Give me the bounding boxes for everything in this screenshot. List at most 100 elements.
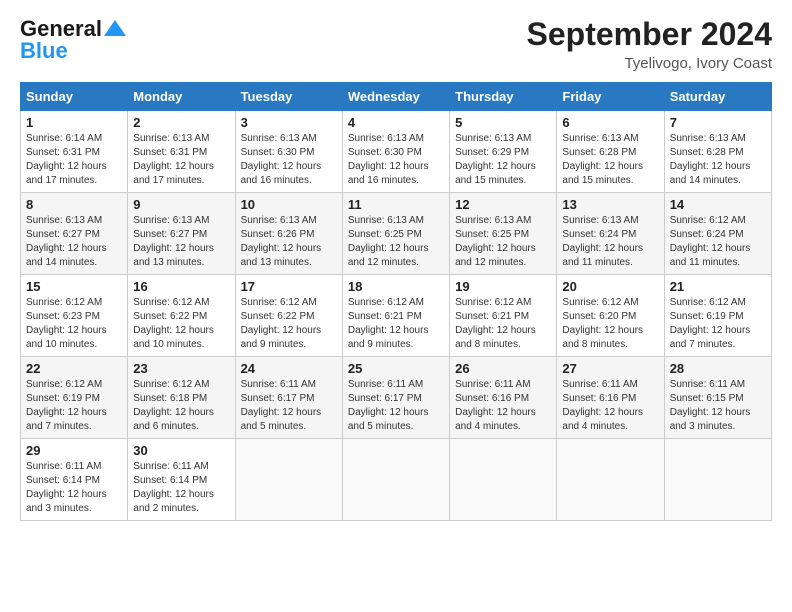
day-number: 28 (670, 361, 766, 376)
calendar-week-row: 8 Sunrise: 6:13 AMSunset: 6:27 PMDaylight… (21, 193, 772, 275)
day-info: Sunrise: 6:11 AMSunset: 6:16 PMDaylight:… (562, 378, 658, 434)
day-info: Sunrise: 6:11 AMSunset: 6:16 PMDaylight:… (455, 378, 551, 434)
calendar-cell (235, 439, 342, 521)
col-wednesday: Wednesday (342, 83, 449, 111)
day-info: Sunrise: 6:11 AMSunset: 6:17 PMDaylight:… (241, 378, 337, 434)
day-info: Sunrise: 6:12 AMSunset: 6:19 PMDaylight:… (26, 378, 122, 434)
calendar-header-row: Sunday Monday Tuesday Wednesday Thursday… (21, 83, 772, 111)
calendar-cell: 19 Sunrise: 6:12 AMSunset: 6:21 PMDayligh… (450, 275, 557, 357)
calendar-cell: 6 Sunrise: 6:13 AMSunset: 6:28 PMDaylight… (557, 111, 664, 193)
col-sunday: Sunday (21, 83, 128, 111)
logo-icon (104, 20, 126, 36)
day-number: 3 (241, 115, 337, 130)
day-number: 11 (348, 197, 444, 212)
location: Tyelivogo, Ivory Coast (527, 55, 772, 72)
calendar-cell: 26 Sunrise: 6:11 AMSunset: 6:16 PMDayligh… (450, 357, 557, 439)
calendar-cell: 17Sunrise: 6:12 AMSunset: 6:22 PMDayligh… (235, 275, 342, 357)
calendar-cell: 27 Sunrise: 6:11 AMSunset: 6:16 PMDayligh… (557, 357, 664, 439)
calendar-cell (557, 439, 664, 521)
day-info: Sunrise: 6:13 AMSunset: 6:26 PMDaylight:… (241, 214, 337, 270)
calendar-cell: 14 Sunrise: 6:12 AMSunset: 6:24 PMDayligh… (664, 193, 771, 275)
day-info: Sunrise: 6:13 AMSunset: 6:29 PMDaylight:… (455, 132, 551, 188)
day-number: 1 (26, 115, 122, 130)
day-number: 22 (26, 361, 122, 376)
calendar-week-row: 15Sunrise: 6:12 AMSunset: 6:23 PMDayligh… (21, 275, 772, 357)
day-info: Sunrise: 6:12 AMSunset: 6:21 PMDaylight:… (348, 296, 444, 352)
calendar-cell: 4Sunrise: 6:13 AMSunset: 6:30 PMDaylight… (342, 111, 449, 193)
day-info: Sunrise: 6:12 AMSunset: 6:19 PMDaylight:… (670, 296, 766, 352)
day-info: Sunrise: 6:11 AMSunset: 6:15 PMDaylight:… (670, 378, 766, 434)
day-number: 7 (670, 115, 766, 130)
day-info: Sunrise: 6:11 AMSunset: 6:17 PMDaylight:… (348, 378, 444, 434)
day-info: Sunrise: 6:12 AMSunset: 6:22 PMDaylight:… (241, 296, 337, 352)
calendar-table: Sunday Monday Tuesday Wednesday Thursday… (20, 82, 772, 521)
calendar-cell: 16 Sunrise: 6:12 AMSunset: 6:22 PMDayligh… (128, 275, 235, 357)
day-number: 24 (241, 361, 337, 376)
day-number: 10 (241, 197, 337, 212)
day-number: 12 (455, 197, 551, 212)
col-monday: Monday (128, 83, 235, 111)
title-block: September 2024 Tyelivogo, Ivory Coast (527, 16, 772, 72)
day-number: 19 (455, 279, 551, 294)
logo: General Blue (20, 16, 126, 64)
day-number: 26 (455, 361, 551, 376)
day-number: 13 (562, 197, 658, 212)
day-info: Sunrise: 6:13 AMSunset: 6:28 PMDaylight:… (670, 132, 766, 188)
day-info: Sunrise: 6:13 AMSunset: 6:31 PMDaylight:… (133, 132, 229, 188)
day-info: Sunrise: 6:12 AMSunset: 6:21 PMDaylight:… (455, 296, 551, 352)
page: General Blue September 2024 Tyelivogo, I… (0, 0, 792, 612)
calendar-cell: 9Sunrise: 6:13 AMSunset: 6:27 PMDaylight… (128, 193, 235, 275)
calendar-cell: 12 Sunrise: 6:13 AMSunset: 6:25 PMDayligh… (450, 193, 557, 275)
calendar-cell: 15Sunrise: 6:12 AMSunset: 6:23 PMDayligh… (21, 275, 128, 357)
day-info: Sunrise: 6:13 AMSunset: 6:30 PMDaylight:… (241, 132, 337, 188)
calendar-cell: 7 Sunrise: 6:13 AMSunset: 6:28 PMDaylight… (664, 111, 771, 193)
day-number: 15 (26, 279, 122, 294)
day-number: 23 (133, 361, 229, 376)
calendar-cell: 3 Sunrise: 6:13 AMSunset: 6:30 PMDaylight… (235, 111, 342, 193)
col-friday: Friday (557, 83, 664, 111)
month-title: September 2024 (527, 16, 772, 53)
calendar-cell (450, 439, 557, 521)
calendar-cell (664, 439, 771, 521)
day-info: Sunrise: 6:14 AMSunset: 6:31 PMDaylight:… (26, 132, 122, 188)
day-number: 25 (348, 361, 444, 376)
calendar-cell: 2 Sunrise: 6:13 AMSunset: 6:31 PMDaylight… (128, 111, 235, 193)
calendar-cell: 11 Sunrise: 6:13 AMSunset: 6:25 PMDayligh… (342, 193, 449, 275)
calendar-cell: 29Sunrise: 6:11 AMSunset: 6:14 PMDayligh… (21, 439, 128, 521)
day-info: Sunrise: 6:13 AMSunset: 6:28 PMDaylight:… (562, 132, 658, 188)
day-number: 27 (562, 361, 658, 376)
calendar-cell: 10 Sunrise: 6:13 AMSunset: 6:26 PMDayligh… (235, 193, 342, 275)
day-number: 8 (26, 197, 122, 212)
calendar-cell: 28 Sunrise: 6:11 AMSunset: 6:15 PMDayligh… (664, 357, 771, 439)
calendar-cell: 25 Sunrise: 6:11 AMSunset: 6:17 PMDayligh… (342, 357, 449, 439)
header: General Blue September 2024 Tyelivogo, I… (20, 16, 772, 72)
day-info: Sunrise: 6:12 AMSunset: 6:22 PMDaylight:… (133, 296, 229, 352)
day-info: Sunrise: 6:11 AMSunset: 6:14 PMDaylight:… (133, 460, 229, 516)
calendar-cell: 13 Sunrise: 6:13 AMSunset: 6:24 PMDayligh… (557, 193, 664, 275)
day-number: 14 (670, 197, 766, 212)
calendar-week-row: 1 Sunrise: 6:14 AMSunset: 6:31 PMDaylight… (21, 111, 772, 193)
day-number: 18 (348, 279, 444, 294)
day-info: Sunrise: 6:12 AMSunset: 6:20 PMDaylight:… (562, 296, 658, 352)
day-info: Sunrise: 6:13 AMSunset: 6:25 PMDaylight:… (455, 214, 551, 270)
calendar-cell: 24 Sunrise: 6:11 AMSunset: 6:17 PMDayligh… (235, 357, 342, 439)
calendar-cell (342, 439, 449, 521)
calendar-cell: 22 Sunrise: 6:12 AMSunset: 6:19 PMDayligh… (21, 357, 128, 439)
day-info: Sunrise: 6:12 AMSunset: 6:24 PMDaylight:… (670, 214, 766, 270)
calendar-cell: 5Sunrise: 6:13 AMSunset: 6:29 PMDaylight… (450, 111, 557, 193)
calendar-cell: 21Sunrise: 6:12 AMSunset: 6:19 PMDayligh… (664, 275, 771, 357)
day-info: Sunrise: 6:13 AMSunset: 6:27 PMDaylight:… (26, 214, 122, 270)
calendar-cell: 23Sunrise: 6:12 AMSunset: 6:18 PMDayligh… (128, 357, 235, 439)
calendar-cell: 20Sunrise: 6:12 AMSunset: 6:20 PMDayligh… (557, 275, 664, 357)
day-number: 2 (133, 115, 229, 130)
day-info: Sunrise: 6:13 AMSunset: 6:27 PMDaylight:… (133, 214, 229, 270)
day-number: 16 (133, 279, 229, 294)
calendar-week-row: 22 Sunrise: 6:12 AMSunset: 6:19 PMDayligh… (21, 357, 772, 439)
day-info: Sunrise: 6:11 AMSunset: 6:14 PMDaylight:… (26, 460, 122, 516)
col-saturday: Saturday (664, 83, 771, 111)
col-tuesday: Tuesday (235, 83, 342, 111)
day-info: Sunrise: 6:13 AMSunset: 6:24 PMDaylight:… (562, 214, 658, 270)
day-info: Sunrise: 6:13 AMSunset: 6:30 PMDaylight:… (348, 132, 444, 188)
day-number: 6 (562, 115, 658, 130)
day-info: Sunrise: 6:13 AMSunset: 6:25 PMDaylight:… (348, 214, 444, 270)
